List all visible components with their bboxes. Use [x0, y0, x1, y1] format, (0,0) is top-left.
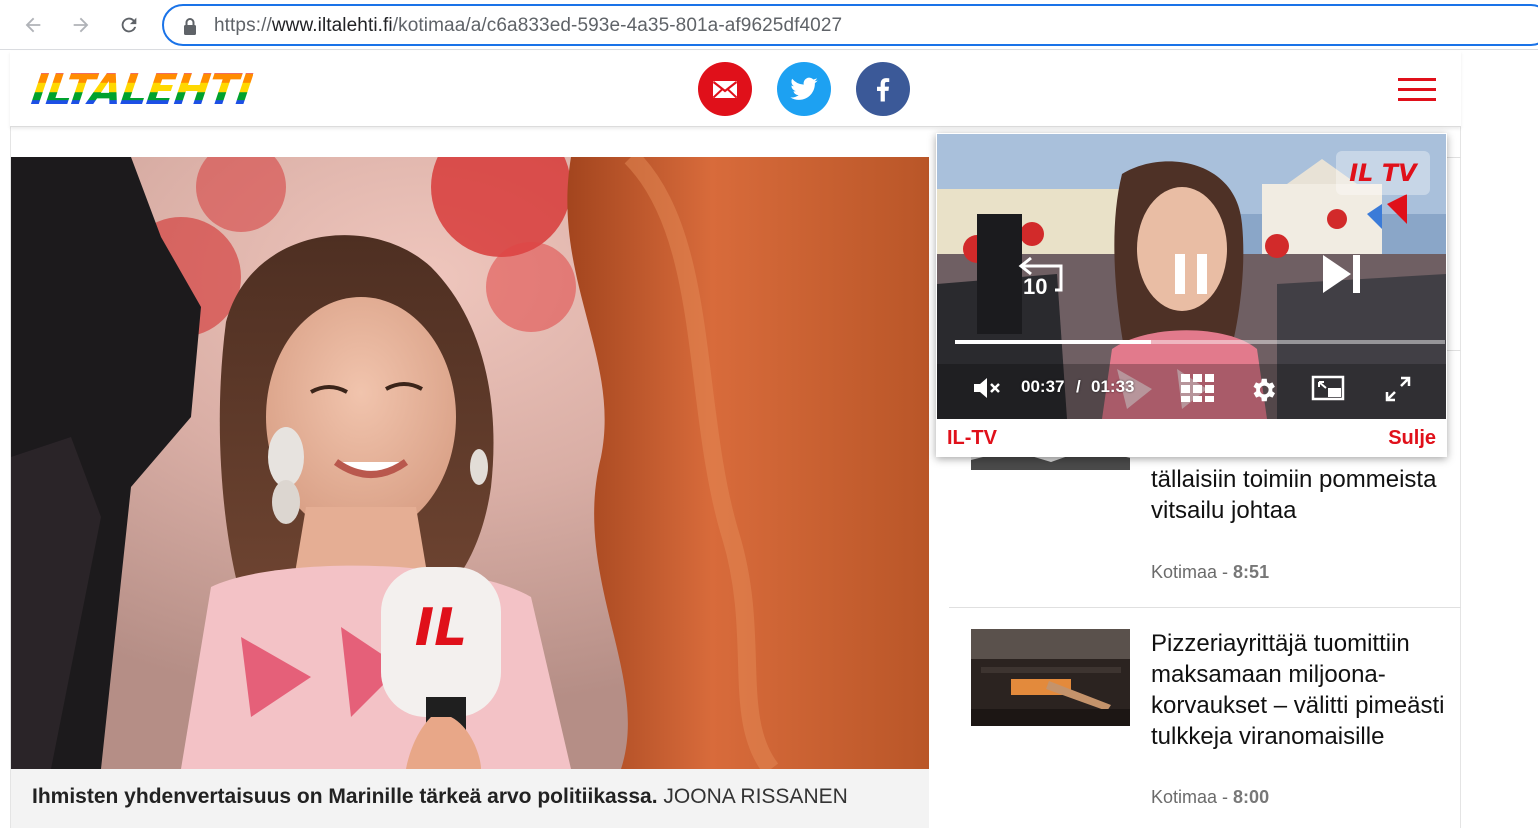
- fullscreen-icon: [1385, 376, 1411, 402]
- article-photo: IL: [11, 157, 929, 769]
- browser-toolbar: https://www.iltalehti.fi/kotimaa/a/c6a83…: [0, 0, 1538, 50]
- time-separator: /: [1076, 377, 1081, 396]
- progress-bar[interactable]: [955, 340, 1445, 344]
- caption-text: Ihmisten yhdenvertaisuus on Marinille tä…: [32, 785, 848, 809]
- share-twitter-button[interactable]: [777, 62, 831, 116]
- url-host: www.iltalehti.fi: [271, 15, 393, 36]
- lock-icon: [184, 18, 196, 35]
- iltv-badge: IL TV: [1336, 151, 1430, 195]
- article-hero-image[interactable]: IL: [11, 157, 929, 769]
- address-bar[interactable]: https://www.iltalehti.fi/kotimaa/a/c6a83…: [162, 4, 1538, 46]
- news-category[interactable]: Kotimaa: [1151, 562, 1217, 582]
- mute-button[interactable]: [971, 374, 1001, 402]
- gear-icon: [1253, 378, 1275, 402]
- meta-separator: -: [1217, 562, 1234, 582]
- skip-next-icon: [1323, 255, 1360, 293]
- muted-icon: [974, 378, 1000, 398]
- meta-separator: -: [1217, 787, 1234, 807]
- fullscreen-button[interactable]: [1383, 374, 1413, 404]
- duration: 01:33: [1091, 377, 1135, 396]
- news-meta: Kotimaa - 8:00: [1151, 787, 1269, 808]
- progress-fill: [955, 340, 1151, 344]
- news-thumbnail-image: [971, 629, 1130, 726]
- menu-bar-icon: [1398, 88, 1436, 91]
- next-button[interactable]: [1317, 249, 1367, 299]
- share-email-button[interactable]: [698, 62, 752, 116]
- arrow-left-icon: [25, 17, 41, 33]
- news-title[interactable]: tällaisiin toimiin pommeista vitsailu jo…: [1151, 464, 1441, 526]
- grid-icon: [1181, 374, 1214, 402]
- url-text: https://www.iltalehti.fi/kotimaa/a/c6a83…: [214, 15, 842, 37]
- mail-icon: [712, 81, 738, 99]
- article-caption: Ihmisten yhdenvertaisuus on Marinille tä…: [11, 769, 929, 828]
- twitter-icon: [790, 77, 818, 100]
- news-meta: Kotimaa - 8:51: [1151, 562, 1269, 583]
- pause-icon: [1175, 254, 1207, 294]
- video-player: IL TV 10 00:37 / 01:33 IL-TV Sulje: [936, 133, 1447, 457]
- video-controls: IL TV 10 00:37 / 01:33: [937, 134, 1446, 419]
- arrow-right-icon: [73, 17, 89, 33]
- reload-button[interactable]: [112, 8, 146, 42]
- rewind-seconds: 10: [1023, 274, 1048, 299]
- news-time: 8:51: [1233, 562, 1270, 582]
- photo-credit: JOONA RISSANEN: [663, 785, 848, 808]
- sidebar-divider: [949, 607, 1461, 608]
- forward-button[interactable]: [64, 8, 98, 42]
- menu-bar-icon: [1398, 78, 1436, 81]
- settings-button[interactable]: [1247, 374, 1279, 406]
- microphone-logo: IL: [415, 598, 467, 658]
- news-time: 8:00: [1233, 787, 1270, 807]
- menu-button[interactable]: [1398, 78, 1436, 102]
- facebook-icon: [877, 78, 890, 102]
- back-button[interactable]: [16, 8, 50, 42]
- reload-icon: [121, 17, 137, 33]
- video-label[interactable]: IL-TV: [947, 427, 997, 450]
- url-path: /kotimaa/a/c6a833ed-593e-4a35-801a-af962…: [392, 15, 843, 36]
- video-close-button[interactable]: Sulje: [1388, 427, 1436, 450]
- picture-in-picture-button[interactable]: [1311, 374, 1347, 404]
- news-thumbnail[interactable]: [971, 629, 1130, 726]
- rewind-button[interactable]: 10: [1017, 244, 1073, 300]
- pip-icon: [1311, 375, 1345, 401]
- current-time: 00:37: [1021, 377, 1065, 396]
- site-logo[interactable]: ILTALEHTI: [28, 65, 255, 115]
- url-scheme: https://: [214, 15, 272, 36]
- site-header: ILTALEHTI: [10, 51, 1461, 127]
- pause-button[interactable]: [1167, 249, 1217, 299]
- caption-main: Ihmisten yhdenvertaisuus on Marinille tä…: [32, 785, 658, 808]
- menu-bar-icon: [1398, 98, 1436, 101]
- share-facebook-button[interactable]: [856, 62, 910, 116]
- news-category[interactable]: Kotimaa: [1151, 787, 1217, 807]
- playlist-grid-button[interactable]: [1179, 372, 1217, 404]
- news-title[interactable]: Pizzeriayrittäjä tuomittiin maksamaan mi…: [1151, 628, 1451, 752]
- video-screen[interactable]: IL TV 10 00:37 / 01:33: [937, 134, 1446, 419]
